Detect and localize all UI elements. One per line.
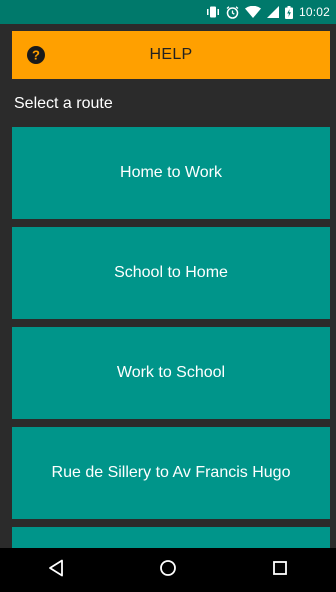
route-button-school-to-home[interactable]: School to Home [12, 227, 330, 319]
section-title: Select a route [14, 95, 113, 112]
help-button[interactable]: ? HELP [12, 31, 330, 79]
route-button-partial[interactable] [12, 527, 330, 548]
navigation-bar [0, 548, 336, 592]
vibrate-icon [206, 0, 220, 24]
wifi-icon [244, 0, 261, 24]
route-list[interactable]: Home to Work School to Home Work to Scho… [12, 127, 330, 548]
route-label: Work to School [116, 364, 226, 381]
help-label: HELP [149, 46, 193, 63]
route-button-rue-de-sillery-to-av-francis-hugo[interactable]: Rue de Sillery to Av Francis Hugo [12, 427, 330, 519]
question-circle-icon: ? [26, 45, 46, 65]
route-label: Home to Work [120, 164, 222, 181]
app-screen: 10:02 ? HELP Select a route Home to Work… [0, 0, 336, 592]
status-time: 10:02 [298, 5, 330, 19]
route-label: Rue de Sillery to Av Francis Hugo [51, 464, 291, 481]
alarm-icon [226, 0, 239, 24]
home-button[interactable] [144, 548, 192, 592]
home-icon [159, 559, 177, 582]
back-icon [48, 559, 64, 582]
route-button-work-to-school[interactable]: Work to School [12, 327, 330, 419]
svg-text:?: ? [32, 48, 40, 63]
route-label: School to Home [114, 264, 228, 281]
back-button[interactable] [32, 548, 80, 592]
signal-icon [266, 0, 279, 24]
recents-button[interactable] [256, 548, 304, 592]
status-bar: 10:02 [0, 0, 336, 24]
battery-charging-icon [284, 0, 293, 24]
route-button-home-to-work[interactable]: Home to Work [12, 127, 330, 219]
recents-icon [272, 560, 288, 581]
